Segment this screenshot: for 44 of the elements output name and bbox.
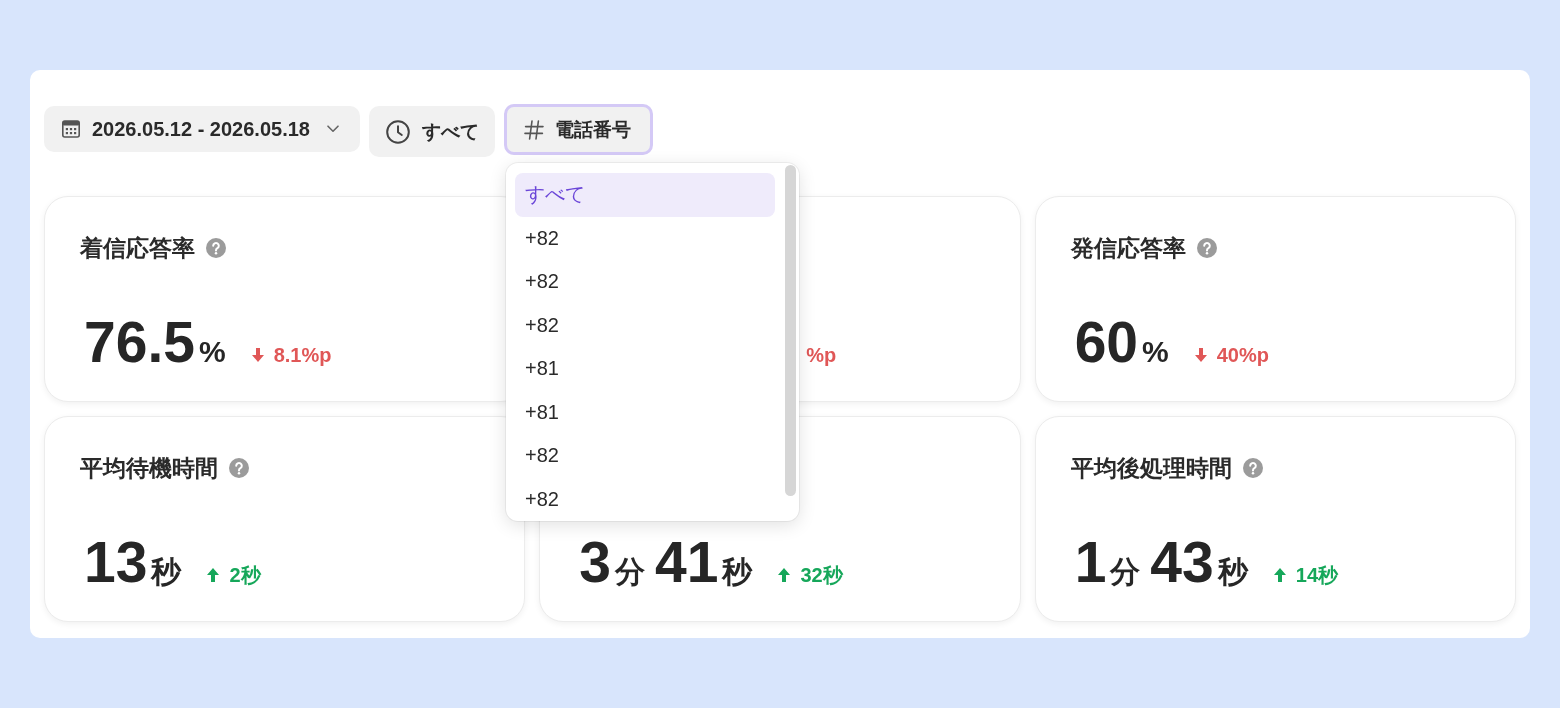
- unit-label: %: [1142, 335, 1169, 368]
- calendar-icon: [62, 120, 80, 138]
- unit-label: 秒: [151, 555, 182, 588]
- change-value: 32秒: [800, 563, 843, 587]
- unit-label: %: [198, 335, 226, 368]
- card-title: 平均後処理時間: [1070, 453, 1232, 483]
- dropdown-option[interactable]: +82: [514, 477, 775, 521]
- change-value: 14秒: [1295, 563, 1338, 587]
- unit-label: 分: [1110, 555, 1141, 588]
- hash-icon: [523, 119, 544, 140]
- dropdown-option[interactable]: +82: [514, 216, 775, 260]
- metric-value: 41: [655, 530, 719, 594]
- dropdown-option[interactable]: すべて: [514, 173, 775, 217]
- unit-label: 分: [615, 555, 646, 588]
- chevron-down-icon: [326, 125, 339, 133]
- metric-value: 43: [1150, 530, 1214, 594]
- help-icon[interactable]: [206, 238, 226, 258]
- metric-value: 1: [1074, 530, 1107, 594]
- change-value: 2秒: [229, 563, 261, 587]
- metric-value: 60: [1074, 310, 1139, 374]
- dropdown-option[interactable]: +82: [514, 303, 775, 347]
- card-title: 着信応答率: [80, 233, 195, 263]
- change-value: %p: [806, 343, 837, 367]
- dropdown-option[interactable]: +81: [514, 347, 775, 391]
- change-value: 40%p: [1216, 343, 1269, 367]
- dropdown-option[interactable]: +82: [514, 434, 775, 478]
- metric-value: 3: [579, 530, 612, 594]
- metric-value: 13: [84, 530, 148, 594]
- dropdown-option[interactable]: +81: [514, 390, 775, 434]
- clock-icon: [385, 119, 410, 144]
- scrollbar-thumb[interactable]: [784, 165, 796, 496]
- unit-label: 秒: [1217, 555, 1248, 588]
- date-range-button[interactable]: 2026.05.12 - 2026.05.18: [44, 106, 360, 152]
- time-filter-button[interactable]: すべて: [368, 106, 495, 157]
- dropdown-option[interactable]: +82: [514, 260, 775, 304]
- card-title: 発信応答率: [1070, 233, 1186, 263]
- help-icon[interactable]: [1242, 458, 1263, 478]
- help-icon[interactable]: [229, 458, 249, 478]
- unit-label: 秒: [722, 555, 753, 588]
- help-icon[interactable]: [1196, 238, 1217, 258]
- card-title: 平均待機時間: [80, 453, 218, 483]
- metric-value: 76.5: [84, 310, 195, 374]
- phone-filter-button[interactable]: 電話番号: [503, 104, 653, 155]
- change-value: 8.1%p: [273, 343, 332, 367]
